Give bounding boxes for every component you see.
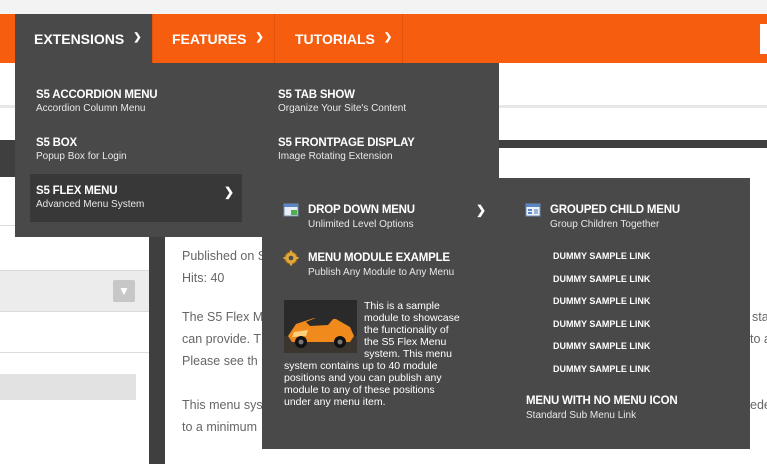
submenu-item-subtitle: Unlimited Level Options [308,219,414,230]
dummy-sample-link[interactable]: DUMMY SAMPLE LINK [553,341,650,351]
submenu-item-title: DROP DOWN MENU [308,204,415,216]
description-line: the S5 Flex Menu [364,336,447,348]
submenu-item-drop-down[interactable]: DROP DOWN MENU Unlimited Level Options [308,204,478,230]
submenu-item-module-example[interactable]: MENU MODULE EXAMPLE Publish Any Module t… [308,252,508,278]
submenu-item-no-icon[interactable]: MENU WITH NO MENU ICON Standard Sub Menu… [526,395,726,421]
menu-item-s5-tab-show[interactable]: S5 TAB SHOW Organize Your Site's Content [278,89,488,114]
dummy-sample-link[interactable]: DUMMY SAMPLE LINK [553,364,650,374]
menu-item-title: S5 FLEX MENU [36,185,118,197]
gear-icon [283,250,299,266]
menu-item-subtitle: Popup Box for Login [36,151,127,162]
dummy-sample-link[interactable]: DUMMY SAMPLE LINK [553,296,650,306]
chevron-down-icon: ❯ [255,32,264,43]
dummy-sample-link[interactable]: DUMMY SAMPLE LINK [553,319,650,329]
submenu-item-subtitle: Group Children Together [550,219,660,230]
menu-item-s5-frontpage-display[interactable]: S5 FRONTPAGE DISPLAY Image Rotating Exte… [278,137,488,162]
chevron-right-icon: ❯ [223,185,234,199]
menu-item-title: S5 ACCORDION MENU [36,89,158,101]
sports-car-image [284,300,357,353]
chevron-down-icon: ❯ [133,32,142,43]
submenu-item-subtitle: Standard Sub Menu Link [526,410,637,421]
description-line: the functionality of [364,324,449,336]
article-published: Published on S [182,249,267,263]
menu-item-subtitle: Accordion Column Menu [36,103,146,114]
article-text-line: Please see th [182,354,258,368]
nav-extensions-label: EXTENSIONS [34,30,125,47]
article-text-line: This menu sys [182,398,263,412]
description-line: under any menu item. [284,396,386,408]
submenu-item-title: MENU WITH NO MENU ICON [526,395,678,407]
article-text-line: ede [750,398,767,412]
search-box-edge[interactable] [760,24,767,54]
top-navigation: EXTENSIONS ❯ FEATURES ❯ TUTORIALS ❯ [0,14,767,63]
article-text-line: to a [750,332,767,346]
menu-item-subtitle: Image Rotating Extension [278,151,393,162]
menu-item-subtitle: Advanced Menu System [36,199,145,210]
description-line: system contains up to 40 module [284,360,438,372]
description-line: module to any of these positions [284,384,435,396]
chevron-down-icon: ❯ [383,32,393,43]
article-text-line: The S5 Flex M [182,310,264,324]
menu-item-subtitle: Organize Your Site's Content [278,103,407,114]
menu-item-s5-box[interactable]: S5 BOX Popup Box for Login [36,137,256,162]
article-hits: Hits: 40 [182,271,225,285]
menu-item-s5-flex-menu[interactable]: S5 FLEX MENU Advanced Menu System ❯ [30,174,242,222]
chevron-down-icon[interactable]: ▼ [113,280,135,302]
sidebar-divider [0,352,149,353]
description-line: positions and you can publish any [284,372,442,384]
nav-tutorials-label: TUTORIALS [295,30,375,47]
sidebar-select[interactable]: ▼ [0,270,149,312]
article-text-line: sta [752,310,767,324]
article-text-line: can provide. T [182,332,261,346]
module-description-wide: system contains up to 40 module position… [284,360,484,408]
description-line: module to showcase [364,312,460,324]
grid-icon [525,203,541,217]
submenu-item-title: MENU MODULE EXAMPLE [308,252,450,264]
flex-menu-submenu: DROP DOWN MENU Unlimited Level Options ❯… [262,178,750,449]
submenu-item-subtitle: Publish Any Module to Any Menu [308,267,455,278]
menu-item-title: S5 BOX [36,137,77,149]
nav-features[interactable]: FEATURES ❯ [153,14,274,63]
top-strip [0,0,767,14]
menu-item-title: S5 TAB SHOW [278,89,355,101]
module-description-narrow: This is a sample module to showcase the … [364,300,474,360]
menu-item-title: S5 FRONTPAGE DISPLAY [278,137,415,149]
nav-extensions[interactable]: EXTENSIONS ❯ [15,14,152,63]
nav-divider [402,14,403,63]
window-icon [283,203,299,217]
article-text-line: to a minimum [182,420,258,434]
dummy-sample-link[interactable]: DUMMY SAMPLE LINK [553,251,650,261]
submenu-item-grouped-child[interactable]: GROUPED CHILD MENU Group Children Togeth… [550,204,740,230]
description-line: This is a sample [364,300,440,312]
dummy-sample-link[interactable]: DUMMY SAMPLE LINK [553,274,650,284]
nav-features-label: FEATURES [172,30,247,47]
submenu-item-title: GROUPED CHILD MENU [550,204,680,216]
sidebar-bar [0,374,136,400]
menu-item-s5-accordion[interactable]: S5 ACCORDION MENU Accordion Column Menu [36,89,256,114]
chevron-right-icon: ❯ [476,203,487,217]
nav-tutorials[interactable]: TUTORIALS ❯ [275,14,402,63]
description-line: system. This menu [364,348,452,360]
